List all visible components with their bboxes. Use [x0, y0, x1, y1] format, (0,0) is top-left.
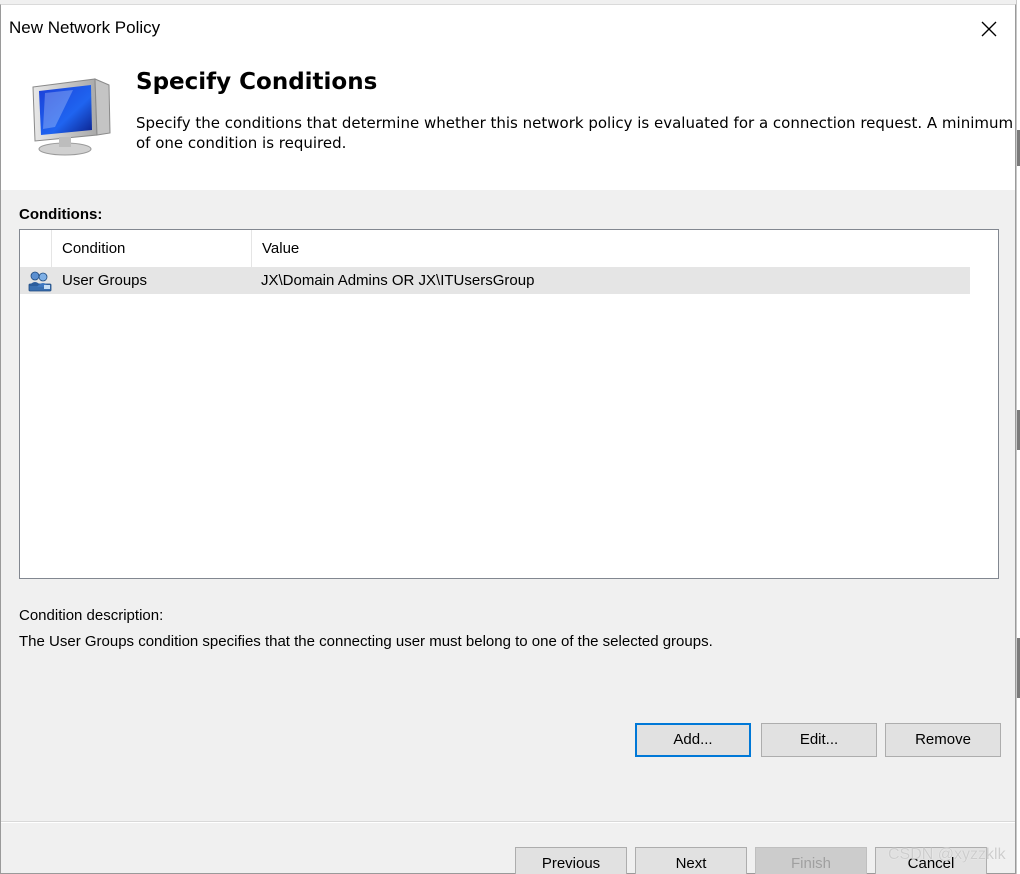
row-value: JX\Domain Admins OR JX\ITUsersGroup: [261, 272, 535, 289]
column-header-condition[interactable]: Condition: [52, 230, 252, 268]
new-network-policy-dialog: New Network Policy Specify Conditions Sp…: [0, 4, 1016, 874]
add-button[interactable]: Add...: [635, 723, 751, 757]
table-row[interactable]: User Groups JX\Domain Admins OR JX\ITUse…: [20, 268, 970, 294]
background-window-edge: [1016, 0, 1020, 874]
footer-separator: [1, 821, 1015, 823]
edit-button[interactable]: Edit...: [761, 723, 877, 757]
next-button[interactable]: Next: [635, 847, 747, 874]
user-group-icon: [28, 271, 52, 292]
condition-description-label: Condition description:: [19, 607, 164, 624]
column-header-icon[interactable]: [20, 230, 52, 268]
condition-description-text: The User Groups condition specifies that…: [19, 633, 713, 650]
conditions-list[interactable]: Condition Value User Groups JX\Domain Ad…: [19, 229, 999, 579]
monitor-icon: [32, 78, 111, 156]
header-banner: Specify Conditions Specify the condition…: [1, 55, 1015, 190]
window-title: New Network Policy: [9, 18, 161, 37]
watermark: CSDN @xyzzklk: [888, 846, 1006, 863]
close-button[interactable]: [969, 9, 1009, 49]
column-header-value[interactable]: Value: [252, 230, 970, 268]
page-title: Specify Conditions: [136, 69, 378, 95]
row-condition: User Groups: [62, 272, 148, 289]
list-header: Condition Value: [20, 230, 970, 268]
previous-button[interactable]: Previous: [515, 847, 627, 874]
title-bar: New Network Policy: [1, 5, 1015, 55]
close-icon: [981, 21, 997, 37]
remove-button[interactable]: Remove: [885, 723, 1001, 757]
finish-button[interactable]: Finish: [755, 847, 867, 874]
conditions-label: Conditions:: [19, 206, 103, 223]
page-description: Specify the conditions that determine wh…: [136, 114, 1014, 152]
